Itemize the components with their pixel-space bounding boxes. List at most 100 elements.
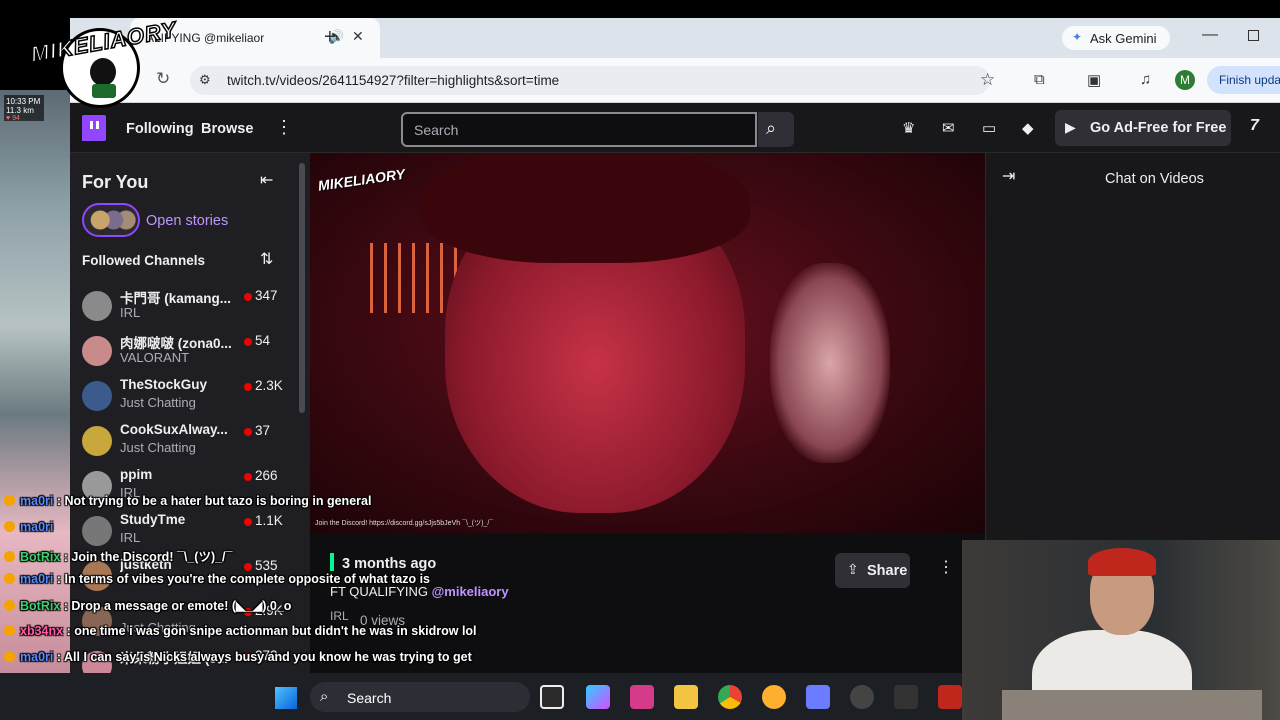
app-icon-3[interactable]: [938, 685, 962, 709]
channel-avatar: [82, 426, 112, 456]
chat-username: BotRix: [20, 599, 61, 613]
browser-tabbar: ALIFYING @mikeliaor 🔊 ✕ + ✦ Ask Gemini —: [70, 18, 1280, 58]
ask-gemini-button[interactable]: ✦ Ask Gemini: [1062, 26, 1170, 50]
browser-toolbar: ↻ ⚙ twitch.tv/videos/2641154927?filter=h…: [70, 58, 1280, 103]
ad-free-button[interactable]: ▶ Go Ad-Free for Free: [1055, 110, 1231, 146]
new-tab-button[interactable]: +: [324, 26, 336, 49]
minimize-window-button[interactable]: —: [1202, 26, 1218, 44]
taskbar-search-label: Search: [347, 690, 392, 706]
badge-icon: [4, 651, 15, 662]
chat-username: xb34nx: [20, 624, 64, 638]
taskbar-search[interactable]: ⌕ Search: [310, 682, 530, 712]
badge-icon: [4, 551, 15, 562]
chat-separator: :: [60, 550, 72, 564]
whispers-icon[interactable]: ▭: [982, 119, 996, 137]
weather-icon[interactable]: [762, 685, 786, 709]
channel-game: VALORANT: [120, 350, 190, 365]
nav-browse[interactable]: Browse: [201, 121, 253, 137]
channel-game: IRL: [120, 305, 141, 320]
live-dot: [244, 518, 252, 526]
ad-free-icon: ▶: [1065, 119, 1076, 135]
channel-mention-link[interactable]: @mikeliaory: [432, 584, 509, 599]
gemini-icon: ✦: [1072, 30, 1083, 44]
chat-message: Join the Discord! ¯\_(ツ)_/¯: [71, 550, 233, 564]
maximize-window-button[interactable]: [1248, 30, 1259, 41]
more-options-icon[interactable]: ⋮: [275, 117, 293, 138]
pinterest-icon[interactable]: [630, 685, 654, 709]
windows-start-icon[interactable]: [275, 687, 297, 709]
file-explorer-icon[interactable]: [674, 685, 698, 709]
inbox-icon[interactable]: ✉: [942, 119, 955, 137]
live-dot: [244, 383, 252, 391]
prime-icon[interactable]: 7: [1250, 117, 1259, 135]
site-info-icon[interactable]: ⚙: [199, 72, 215, 88]
tab-search-icon[interactable]: ▣: [1087, 71, 1101, 89]
channel-item[interactable]: CookSuxAlway... Just Chatting 37: [70, 418, 310, 463]
channel-avatar: [82, 516, 112, 546]
streamer-beanie: [1088, 548, 1156, 576]
address-bar[interactable]: ⚙ twitch.tv/videos/2641154927?filter=hig…: [190, 66, 995, 95]
close-tab-icon[interactable]: ✕: [352, 28, 364, 45]
chat-line: ma0ri: [4, 520, 53, 538]
chat-line: ma0ri : Not trying to be a hater but taz…: [4, 494, 371, 512]
bookmark-star-icon[interactable]: ☆: [980, 70, 995, 90]
viewer-count: 535: [255, 558, 278, 573]
channel-item[interactable]: 肉娜啵啵 (zona0... VALORANT 54: [70, 328, 310, 373]
badge-icon: [4, 600, 15, 611]
chat-line: xb34nx : one time i was gon snipe action…: [4, 624, 477, 642]
viewer-count: 347: [255, 288, 278, 303]
share-label: Share: [867, 563, 908, 579]
ad-free-label: Go Ad-Free for Free: [1090, 120, 1227, 136]
streamer-cap: [420, 153, 750, 263]
more-actions-icon[interactable]: ⋮: [938, 557, 954, 577]
live-dot: [244, 338, 252, 346]
chat-separator: :: [60, 599, 72, 613]
twitch-logo-icon[interactable]: [82, 115, 106, 141]
collapse-sidebar-icon[interactable]: ⇤: [260, 170, 273, 190]
video-player[interactable]: MIKELIAORY Join the Discord! https://dis…: [310, 153, 985, 533]
chat-separator: :: [63, 624, 75, 638]
windows-taskbar: ⌕ Search: [0, 673, 962, 720]
obs-icon[interactable]: [850, 685, 874, 709]
video-category[interactable]: IRL: [330, 609, 349, 623]
badge-icon: [4, 521, 15, 532]
chat-line: ma0ri : In terms of vibes you're the com…: [4, 572, 430, 590]
chat-separator: :: [53, 650, 65, 664]
channel-game: Just Chatting: [120, 440, 196, 455]
channel-item[interactable]: TheStockGuy Just Chatting 2.3K: [70, 373, 310, 418]
nav-following[interactable]: Following: [126, 121, 194, 137]
badge-icon: [4, 495, 15, 506]
sidebar-scrollbar[interactable]: [299, 163, 305, 413]
stories-avatars[interactable]: [82, 203, 140, 237]
video-logo: MIKELIAORY: [316, 165, 407, 194]
app-icon-2[interactable]: [894, 685, 918, 709]
crown-icon[interactable]: ♛: [902, 119, 915, 137]
finish-update-button[interactable]: Finish upda: [1207, 66, 1280, 94]
open-stories-link[interactable]: Open stories: [146, 213, 228, 229]
sort-icon[interactable]: ⇅: [260, 249, 273, 269]
live-dot: [244, 473, 252, 481]
viewer-count: 2.3K: [255, 378, 283, 393]
chat-line: BotRix : Drop a message or emote! (◣_◢) …: [4, 598, 291, 616]
media-control-icon[interactable]: ♫: [1140, 71, 1151, 88]
search-input[interactable]: Search: [401, 112, 757, 147]
channel-avatar: [82, 291, 112, 321]
task-view-icon[interactable]: [540, 685, 564, 709]
chrome-icon[interactable]: [718, 685, 742, 709]
app-icon[interactable]: [806, 685, 830, 709]
channel-item[interactable]: 卡門哥 (kamang... IRL 347: [70, 283, 310, 328]
extensions-icon[interactable]: ⧉: [1034, 71, 1045, 88]
search-icon: ⌕: [766, 118, 777, 138]
expand-chat-icon[interactable]: ⇥: [1002, 166, 1015, 186]
copilot-icon[interactable]: [586, 685, 610, 709]
accent-bar: [330, 553, 334, 571]
bits-icon[interactable]: ◆: [1022, 119, 1034, 137]
share-button[interactable]: ⇪ Share: [835, 553, 910, 588]
search-icon: ⌕: [320, 688, 329, 705]
channel-name: StudyTme: [120, 512, 186, 527]
chat-message: Drop a message or emote! (◣_◢) 0_o: [71, 599, 292, 613]
channel-avatar: [82, 381, 112, 411]
ask-gemini-label: Ask Gemini: [1090, 31, 1157, 46]
search-button[interactable]: ⌕: [758, 112, 794, 147]
profile-avatar[interactable]: M: [1175, 70, 1195, 90]
